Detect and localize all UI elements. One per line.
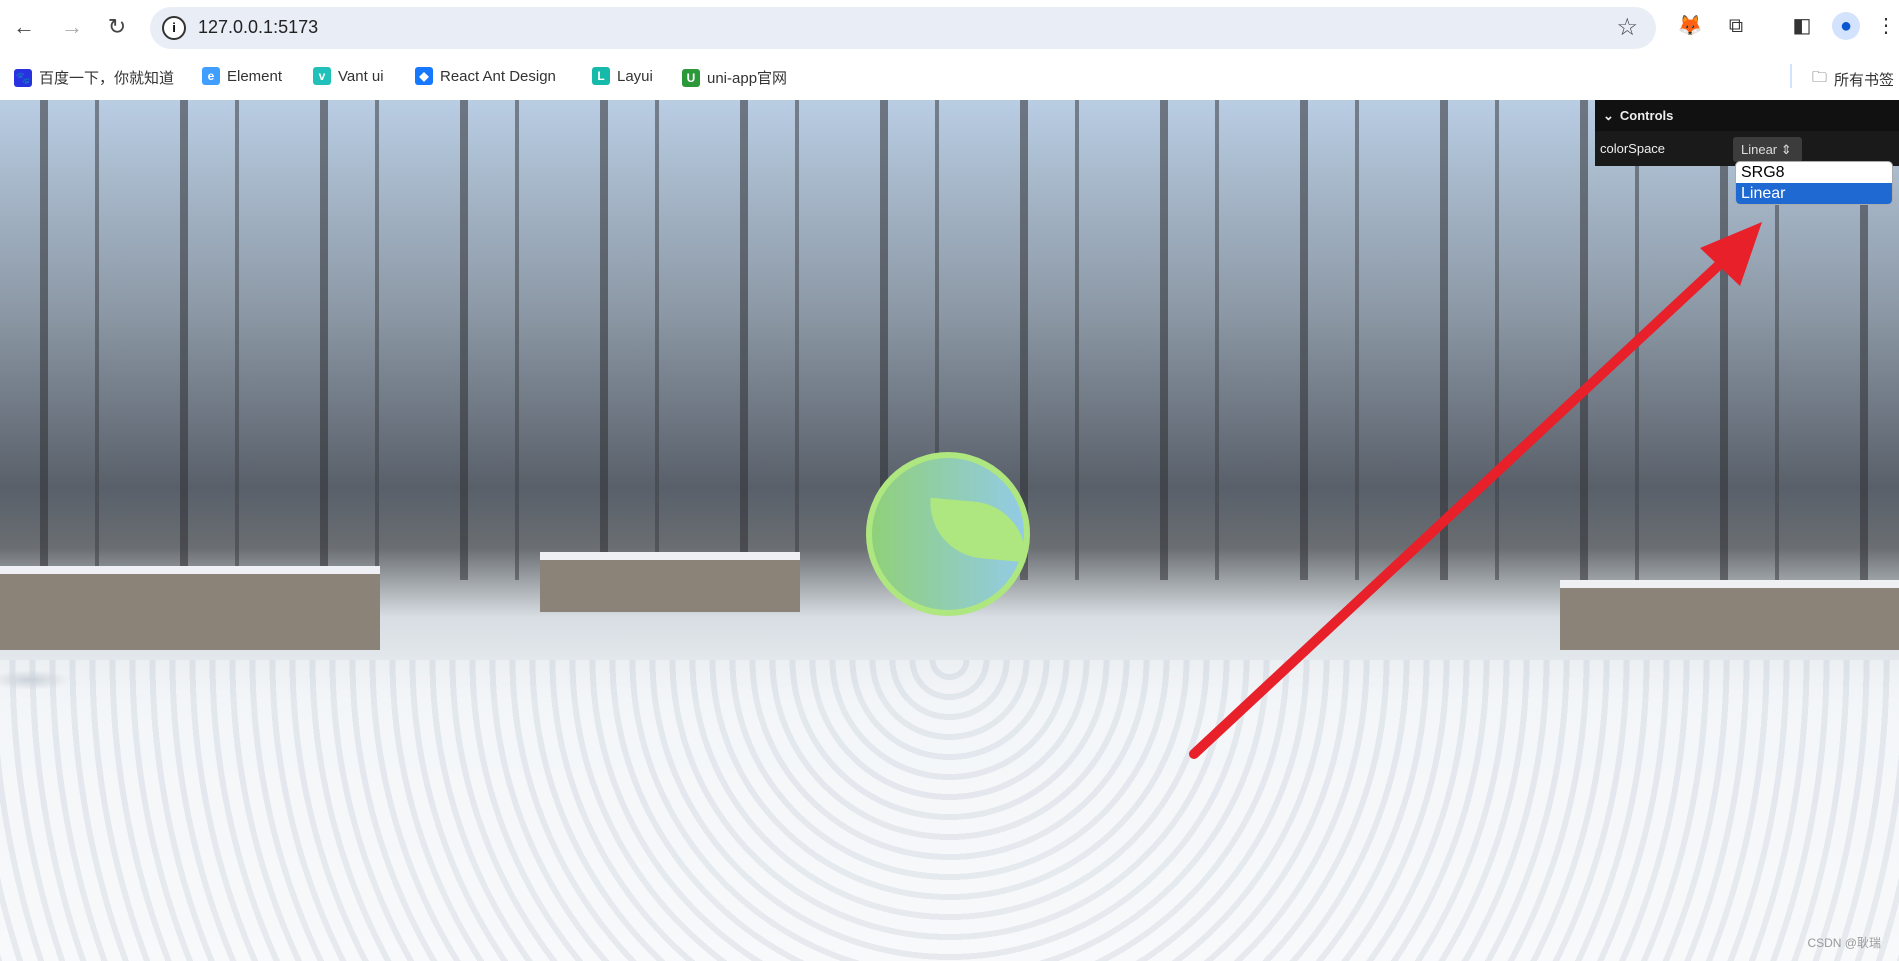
colorspace-label: colorSpace: [1600, 141, 1666, 156]
controls-header[interactable]: ⌄ Controls: [1595, 100, 1899, 131]
colorspace-dropdown: SRG8 Linear: [1735, 161, 1893, 205]
controls-title: Controls: [1619, 108, 1674, 123]
controls-panel: ⌄ Controls colorSpace Linear ⇕: [1595, 100, 1899, 166]
watermark: CSDN @耿瑞: [1807, 936, 1881, 950]
colorspace-select[interactable]: Linear ⇕: [1733, 137, 1802, 162]
arrow-shaft: [1189, 245, 1740, 759]
option-linear[interactable]: Linear: [1736, 183, 1892, 204]
colorspace-value: Linear: [1741, 142, 1778, 157]
chevron-down-icon: ⌄: [1603, 107, 1614, 123]
option-srg8[interactable]: SRG8: [1736, 162, 1892, 183]
updown-icon: ⇕: [1780, 142, 1792, 157]
